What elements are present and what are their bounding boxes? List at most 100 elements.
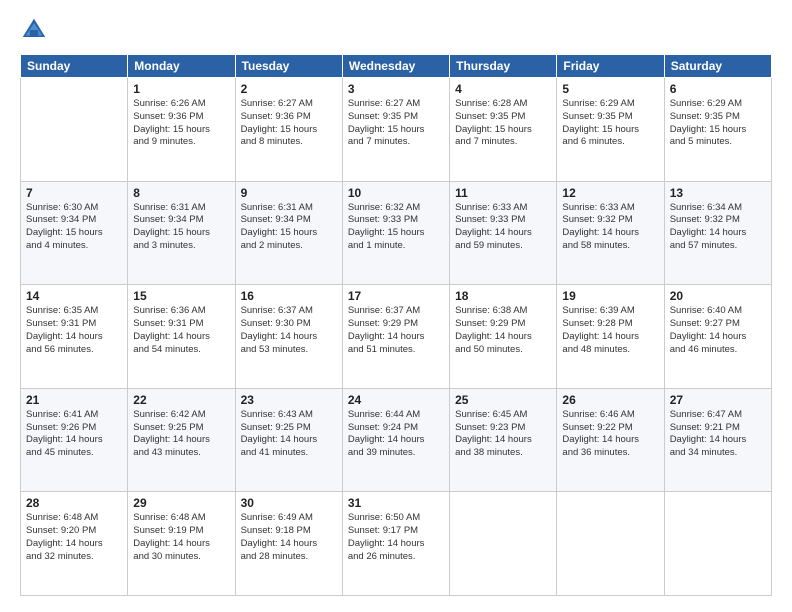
day-detail: Sunrise: 6:45 AM Sunset: 9:23 PM Dayligh… [455, 409, 551, 460]
calendar-cell: 26 Sunrise: 6:46 AM Sunset: 9:22 PM Dayli… [557, 388, 664, 492]
day-detail: Sunrise: 6:50 AM Sunset: 9:17 PM Dayligh… [348, 512, 444, 563]
day-detail: Sunrise: 6:33 AM Sunset: 9:33 PM Dayligh… [455, 202, 551, 253]
calendar-cell: 25 Sunrise: 6:45 AM Sunset: 9:23 PM Dayli… [450, 388, 557, 492]
day-detail: Sunrise: 6:27 AM Sunset: 9:35 PM Dayligh… [348, 98, 444, 149]
day-detail: Sunrise: 6:27 AM Sunset: 9:36 PM Dayligh… [241, 98, 337, 149]
day-detail: Sunrise: 6:46 AM Sunset: 9:22 PM Dayligh… [562, 409, 658, 460]
calendar-cell: 12Sunrise: 6:33 AM Sunset: 9:32 PM Dayli… [557, 181, 664, 285]
calendar-cell: 17 Sunrise: 6:37 AM Sunset: 9:29 PM Dayli… [342, 285, 449, 389]
day-number: 1 [133, 82, 229, 96]
day-detail: Sunrise: 6:36 AM Sunset: 9:31 PM Dayligh… [133, 305, 229, 356]
day-number: 21 [26, 393, 122, 407]
calendar-cell: 31 Sunrise: 6:50 AM Sunset: 9:17 PM Dayli… [342, 492, 449, 596]
weekday-header: Monday [128, 55, 235, 78]
day-number: 28 [26, 496, 122, 510]
calendar-cell: 16 Sunrise: 6:37 AM Sunset: 9:30 PM Dayli… [235, 285, 342, 389]
day-detail: Sunrise: 6:40 AM Sunset: 9:27 PM Dayligh… [670, 305, 766, 356]
day-detail: Sunrise: 6:38 AM Sunset: 9:29 PM Dayligh… [455, 305, 551, 356]
day-number: 11 [455, 186, 551, 200]
calendar-cell: 29 Sunrise: 6:48 AM Sunset: 9:19 PM Dayli… [128, 492, 235, 596]
day-number: 19 [562, 289, 658, 303]
logo-icon [20, 16, 48, 44]
calendar-cell: 20 Sunrise: 6:40 AM Sunset: 9:27 PM Dayli… [664, 285, 771, 389]
calendar-cell: 1 Sunrise: 6:26 AM Sunset: 9:36 PM Daylig… [128, 78, 235, 182]
calendar-week-row: 21Sunrise: 6:41 AM Sunset: 9:26 PM Dayli… [21, 388, 772, 492]
day-detail: Sunrise: 6:35 AM Sunset: 9:31 PM Dayligh… [26, 305, 122, 356]
header [20, 16, 772, 44]
page: SundayMondayTuesdayWednesdayThursdayFrid… [0, 0, 792, 612]
day-detail: Sunrise: 6:31 AM Sunset: 9:34 PM Dayligh… [133, 202, 229, 253]
weekday-header: Sunday [21, 55, 128, 78]
calendar-cell: 3 Sunrise: 6:27 AM Sunset: 9:35 PM Daylig… [342, 78, 449, 182]
calendar-cell [664, 492, 771, 596]
day-number: 16 [241, 289, 337, 303]
day-number: 13 [670, 186, 766, 200]
day-number: 4 [455, 82, 551, 96]
day-detail: Sunrise: 6:47 AM Sunset: 9:21 PM Dayligh… [670, 409, 766, 460]
day-number: 24 [348, 393, 444, 407]
day-number: 26 [562, 393, 658, 407]
calendar-cell: 28 Sunrise: 6:48 AM Sunset: 9:20 PM Dayli… [21, 492, 128, 596]
day-number: 3 [348, 82, 444, 96]
calendar-cell: 2 Sunrise: 6:27 AM Sunset: 9:36 PM Daylig… [235, 78, 342, 182]
day-detail: Sunrise: 6:44 AM Sunset: 9:24 PM Dayligh… [348, 409, 444, 460]
calendar-cell [450, 492, 557, 596]
calendar-week-row: 14 Sunrise: 6:35 AM Sunset: 9:31 PM Dayli… [21, 285, 772, 389]
day-detail: Sunrise: 6:26 AM Sunset: 9:36 PM Dayligh… [133, 98, 229, 149]
day-detail: Sunrise: 6:37 AM Sunset: 9:30 PM Dayligh… [241, 305, 337, 356]
day-detail: Sunrise: 6:42 AM Sunset: 9:25 PM Dayligh… [133, 409, 229, 460]
calendar-cell: 5Sunrise: 6:29 AM Sunset: 9:35 PM Daylig… [557, 78, 664, 182]
calendar-cell: 11 Sunrise: 6:33 AM Sunset: 9:33 PM Dayli… [450, 181, 557, 285]
calendar-cell [21, 78, 128, 182]
day-number: 2 [241, 82, 337, 96]
day-detail: Sunrise: 6:48 AM Sunset: 9:20 PM Dayligh… [26, 512, 122, 563]
calendar-cell: 14 Sunrise: 6:35 AM Sunset: 9:31 PM Dayli… [21, 285, 128, 389]
day-number: 6 [670, 82, 766, 96]
day-detail: Sunrise: 6:34 AM Sunset: 9:32 PM Dayligh… [670, 202, 766, 253]
calendar-table: SundayMondayTuesdayWednesdayThursdayFrid… [20, 54, 772, 596]
calendar-cell: 13 Sunrise: 6:34 AM Sunset: 9:32 PM Dayli… [664, 181, 771, 285]
day-detail: Sunrise: 6:29 AM Sunset: 9:35 PM Dayligh… [670, 98, 766, 149]
day-number: 27 [670, 393, 766, 407]
day-number: 20 [670, 289, 766, 303]
weekday-header: Tuesday [235, 55, 342, 78]
day-number: 18 [455, 289, 551, 303]
day-number: 12 [562, 186, 658, 200]
day-detail: Sunrise: 6:37 AM Sunset: 9:29 PM Dayligh… [348, 305, 444, 356]
calendar-cell: 30Sunrise: 6:49 AM Sunset: 9:18 PM Dayli… [235, 492, 342, 596]
weekday-header: Thursday [450, 55, 557, 78]
day-number: 9 [241, 186, 337, 200]
day-number: 7 [26, 186, 122, 200]
calendar-cell: 19 Sunrise: 6:39 AM Sunset: 9:28 PM Dayli… [557, 285, 664, 389]
calendar-cell: 18 Sunrise: 6:38 AM Sunset: 9:29 PM Dayli… [450, 285, 557, 389]
calendar-cell: 27 Sunrise: 6:47 AM Sunset: 9:21 PM Dayli… [664, 388, 771, 492]
day-number: 10 [348, 186, 444, 200]
calendar-cell: 22Sunrise: 6:42 AM Sunset: 9:25 PM Dayli… [128, 388, 235, 492]
day-detail: Sunrise: 6:32 AM Sunset: 9:33 PM Dayligh… [348, 202, 444, 253]
calendar-cell: 10 Sunrise: 6:32 AM Sunset: 9:33 PM Dayli… [342, 181, 449, 285]
calendar-cell: 8 Sunrise: 6:31 AM Sunset: 9:34 PM Daylig… [128, 181, 235, 285]
day-number: 31 [348, 496, 444, 510]
day-number: 17 [348, 289, 444, 303]
calendar-cell: 9Sunrise: 6:31 AM Sunset: 9:34 PM Daylig… [235, 181, 342, 285]
day-number: 29 [133, 496, 229, 510]
day-number: 14 [26, 289, 122, 303]
calendar-cell: 24 Sunrise: 6:44 AM Sunset: 9:24 PM Dayli… [342, 388, 449, 492]
calendar-cell: 15Sunrise: 6:36 AM Sunset: 9:31 PM Dayli… [128, 285, 235, 389]
weekday-header: Friday [557, 55, 664, 78]
calendar-week-row: 28 Sunrise: 6:48 AM Sunset: 9:20 PM Dayli… [21, 492, 772, 596]
calendar-header-row: SundayMondayTuesdayWednesdayThursdayFrid… [21, 55, 772, 78]
calendar-cell: 4 Sunrise: 6:28 AM Sunset: 9:35 PM Daylig… [450, 78, 557, 182]
day-number: 25 [455, 393, 551, 407]
day-detail: Sunrise: 6:48 AM Sunset: 9:19 PM Dayligh… [133, 512, 229, 563]
calendar-week-row: 7Sunrise: 6:30 AM Sunset: 9:34 PM Daylig… [21, 181, 772, 285]
day-number: 8 [133, 186, 229, 200]
day-number: 30 [241, 496, 337, 510]
calendar-cell: 7Sunrise: 6:30 AM Sunset: 9:34 PM Daylig… [21, 181, 128, 285]
day-detail: Sunrise: 6:29 AM Sunset: 9:35 PM Dayligh… [562, 98, 658, 149]
weekday-header: Wednesday [342, 55, 449, 78]
day-detail: Sunrise: 6:39 AM Sunset: 9:28 PM Dayligh… [562, 305, 658, 356]
day-number: 23 [241, 393, 337, 407]
calendar-week-row: 1 Sunrise: 6:26 AM Sunset: 9:36 PM Daylig… [21, 78, 772, 182]
day-detail: Sunrise: 6:28 AM Sunset: 9:35 PM Dayligh… [455, 98, 551, 149]
